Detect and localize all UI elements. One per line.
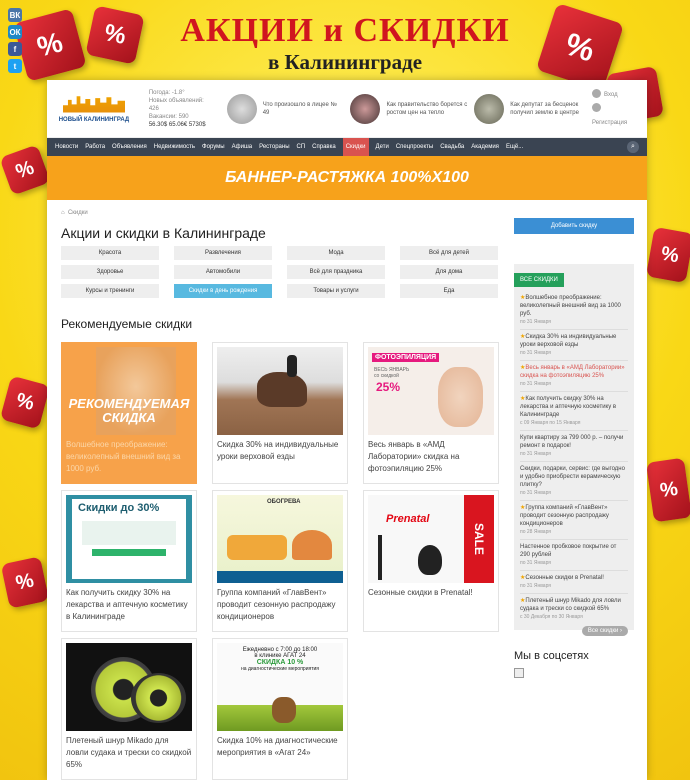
weather-info: Погода: -1.8° Новых объявлений: 426 Вака… — [148, 89, 206, 128]
news-thumbnail — [226, 93, 257, 124]
category-courses[interactable]: Курсы и тренинги — [61, 284, 159, 298]
nav-item-special[interactable]: Спецпроекты — [396, 144, 433, 150]
percent-die: % — [645, 226, 690, 284]
card-image: ОБОГРЕВА — [217, 495, 343, 583]
list-item[interactable]: Купи квартиру за 799 000 р. – получи рем… — [520, 431, 628, 462]
card-image: Prenatal SALE — [368, 495, 494, 583]
nav-item-restaurants[interactable]: Рестораны — [259, 144, 289, 150]
nav-item-discounts[interactable]: Скидки — [342, 138, 369, 156]
page-title: Акции и скидки в Калининграде — [61, 225, 266, 241]
category-beauty[interactable]: Красота — [61, 246, 159, 260]
site-header: НОВЫЙ КАЛИНИНГРАД Погода: -1.8° Новых об… — [47, 80, 647, 138]
category-cars[interactable]: Автомобили — [174, 265, 272, 279]
discount-card[interactable]: Prenatal SALE Сезонные скидки в Prenatal… — [363, 490, 499, 632]
discount-card[interactable]: ФОТОЭПИЛЯЦИЯ ВЕСЬ ЯНВАРЬ со скидкой 25% … — [363, 342, 499, 484]
discount-card[interactable]: Скидка 30% на индивидуальные уроки верхо… — [212, 342, 348, 484]
list-item[interactable]: ★Сезонные скидки в Prenatal! по 31 Января — [520, 571, 628, 594]
register-link[interactable]: Регистрация — [592, 102, 639, 130]
nav-item-ads[interactable]: Объявления — [112, 144, 147, 150]
category-birthday[interactable]: Скидки в день рождения — [174, 284, 272, 298]
category-food[interactable]: Еда — [400, 284, 498, 298]
stretch-banner[interactable]: БАННЕР-РАСТЯЖКА 100%X100 — [47, 156, 647, 200]
nav-item-news[interactable]: Новости — [55, 144, 78, 150]
header-news-item[interactable]: Что произошло в лицее № 49 — [226, 93, 345, 124]
broken-image-icon — [514, 668, 524, 678]
list-item[interactable]: ★Плетеный шнур Mikado для ловли судака и… — [520, 594, 628, 624]
card-image — [217, 347, 343, 435]
user-plus-icon — [592, 103, 602, 113]
list-item[interactable]: ★Как получить скидку 30% на лекарства и … — [520, 392, 628, 431]
nav-item-academy[interactable]: Академия — [471, 144, 499, 150]
category-fashion[interactable]: Мода — [287, 246, 385, 260]
card-image: Скидки до 30% — [66, 495, 192, 583]
nav-item-sp[interactable]: СП — [297, 144, 306, 150]
nav-item-more[interactable]: Ещё... — [506, 144, 523, 150]
list-item[interactable]: ★Группа компаний «ГлавВент» проводит сез… — [520, 501, 628, 540]
city-skyline-icon — [63, 96, 125, 113]
category-goods[interactable]: Товары и услуги — [287, 284, 385, 298]
category-home[interactable]: Для дома — [400, 265, 498, 279]
category-kids[interactable]: Всё для детей — [400, 246, 498, 260]
sidebar: Добавить скидку ВСЕ СКИДКИ ★Волшебное пр… — [514, 218, 634, 678]
login-link[interactable]: Вход — [592, 88, 639, 102]
banner-subtitle: в Калининграде — [267, 50, 423, 74]
breadcrumb-item[interactable]: Скидки — [68, 210, 88, 216]
list-item[interactable]: Настенное пробковое покрытие от 290 рубл… — [520, 540, 628, 571]
social-title: Мы в соцсетях — [514, 650, 589, 662]
category-health[interactable]: Здоровье — [61, 265, 159, 279]
all-discounts-panel: ВСЕ СКИДКИ ★Волшебное преображение: вели… — [514, 264, 634, 636]
page: НОВЫЙ КАЛИНИНГРАД Погода: -1.8° Новых об… — [47, 80, 647, 780]
breadcrumb: ⌂ Скидки — [61, 210, 88, 216]
recommended-title: Рекомендуемые скидки — [61, 317, 193, 331]
chevron-right-icon: › — [620, 628, 622, 634]
main-nav: Новости Работа Объявления Недвижимость Ф… — [47, 138, 647, 156]
news-thumbnail — [474, 93, 505, 124]
all-discounts-tag[interactable]: ВСЕ СКИДКИ — [514, 273, 564, 287]
list-item[interactable]: ★Весь январь в «АМД Лаборатории» скидка … — [520, 361, 628, 392]
search-icon[interactable]: ⌕ — [627, 141, 639, 153]
nav-item-jobs[interactable]: Работа — [85, 144, 105, 150]
discount-card[interactable]: ОБОГРЕВА Группа компаний «ГлавВент» пров… — [212, 490, 348, 632]
category-holiday[interactable]: Всё для праздника — [287, 265, 385, 279]
header-news-item[interactable]: Как депутат за бесценок получил землю в … — [474, 93, 592, 124]
nav-item-wedding[interactable]: Свадьба — [440, 144, 464, 150]
category-grid: Красота Развлечения Мода Всё для детей З… — [61, 246, 498, 298]
discount-card[interactable]: Ежедневно с 7:00 до 18:00 в клинике АГАТ… — [212, 638, 348, 780]
card-image: РЕКОМЕНДУЕМАЯ СКИДКА — [66, 347, 192, 435]
user-icon — [592, 89, 602, 99]
add-discount-button[interactable]: Добавить скидку — [514, 218, 634, 234]
percent-die: % — [646, 457, 690, 523]
nav-item-realty[interactable]: Недвижимость — [154, 144, 195, 150]
nav-item-kids[interactable]: Дети — [376, 144, 389, 150]
category-entertainment[interactable]: Развлечения — [174, 246, 272, 260]
card-image: ФОТОЭПИЛЯЦИЯ ВЕСЬ ЯНВАРЬ со скидкой 25% — [368, 347, 494, 435]
nav-item-forums[interactable]: Форумы — [202, 144, 225, 150]
site-logo[interactable]: НОВЫЙ КАЛИНИНГРАД — [55, 91, 133, 127]
card-image — [66, 643, 192, 731]
discount-card-featured[interactable]: РЕКОМЕНДУЕМАЯ СКИДКА Волшебное преображе… — [61, 342, 197, 484]
nav-item-afisha[interactable]: Афиша — [232, 144, 253, 150]
list-item[interactable]: ★Скидка 30% на индивидуальные уроки верх… — [520, 330, 628, 361]
list-item[interactable]: Скидки, подарки, сервис: где выгодно и у… — [520, 462, 628, 501]
news-thumbnail — [350, 93, 381, 124]
discount-grid: РЕКОМЕНДУЕМАЯ СКИДКА Волшебное преображе… — [61, 342, 499, 780]
list-item[interactable]: ★Волшебное преображение: великолепный вн… — [520, 291, 628, 330]
banner-title: АКЦИИ и СКИДКИ — [180, 12, 510, 49]
home-icon[interactable]: ⌂ — [61, 210, 65, 216]
nav-item-reference[interactable]: Справка — [312, 144, 336, 150]
discount-card[interactable]: Скидки до 30% Как получить скидку 30% на… — [61, 490, 197, 632]
header-news-item[interactable]: Как правительство борется с ростом цен н… — [350, 93, 468, 124]
card-image: Ежедневно с 7:00 до 18:00 в клинике АГАТ… — [217, 643, 343, 731]
discount-card[interactable]: Плетеный шнур Mikado для ловли судака и … — [61, 638, 197, 780]
auth-links: Вход Регистрация — [592, 88, 639, 130]
all-discounts-button[interactable]: Все скидки › — [581, 626, 628, 636]
